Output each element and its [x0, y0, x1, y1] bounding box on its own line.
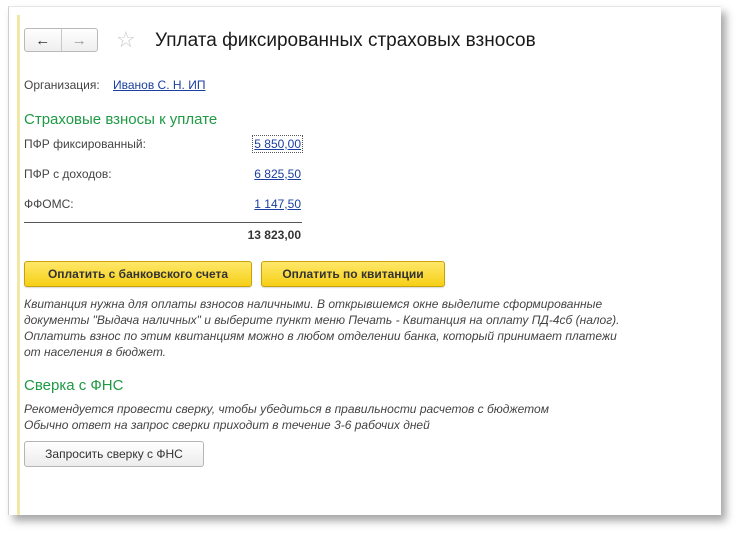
fns-note-line: Рекомендуется провести сверку, чтобы убе…	[24, 402, 549, 416]
forward-arrow-icon[interactable]: →	[62, 29, 98, 51]
pfr-fixed-label: ПФР фиксированный:	[24, 137, 146, 151]
page-title: Уплата фиксированных страховых взносов	[155, 30, 536, 51]
window-edge-accent	[17, 15, 20, 515]
pay-by-receipt-button[interactable]: Оплатить по квитанции	[261, 261, 445, 287]
pfr-fixed-amount-link[interactable]: 5 850,00	[252, 135, 303, 153]
total-amount: 13 823,00	[247, 228, 301, 242]
pfr-income-label: ПФР с доходов:	[24, 167, 112, 181]
receipt-note-line: документы "Выдача наличных" и выберите п…	[24, 313, 620, 327]
navigation-buttons: ← →	[24, 28, 98, 52]
pay-from-bank-button[interactable]: Оплатить с банковского счета	[24, 261, 252, 287]
total-divider	[24, 222, 302, 223]
fns-note-line: Обычно ответ на запрос сверки приходит в…	[24, 418, 430, 432]
receipt-note-line: Квитанция нужна для оплаты взносов налич…	[24, 297, 603, 311]
organization-label: Организация:	[24, 78, 100, 92]
fns-reconciliation-heading: Сверка с ФНС	[24, 377, 124, 394]
ffoms-label: ФФОМС:	[24, 197, 74, 211]
favorite-star-icon[interactable]: ☆	[116, 29, 136, 51]
pfr-income-amount-link[interactable]: 6 825,50	[254, 167, 301, 181]
back-arrow-icon[interactable]: ←	[25, 29, 62, 51]
receipt-note-line: от населения в бюджет.	[24, 345, 167, 359]
contributions-heading: Страховые взносы к уплате	[24, 111, 218, 128]
organization-link[interactable]: Иванов С. Н. ИП	[113, 78, 205, 92]
ffoms-amount-link[interactable]: 1 147,50	[254, 197, 301, 211]
receipt-note-line: Оплатить взнос по этим квитанциям можно …	[24, 329, 617, 343]
request-fns-reconciliation-button[interactable]: Запросить сверку с ФНС	[24, 441, 204, 467]
